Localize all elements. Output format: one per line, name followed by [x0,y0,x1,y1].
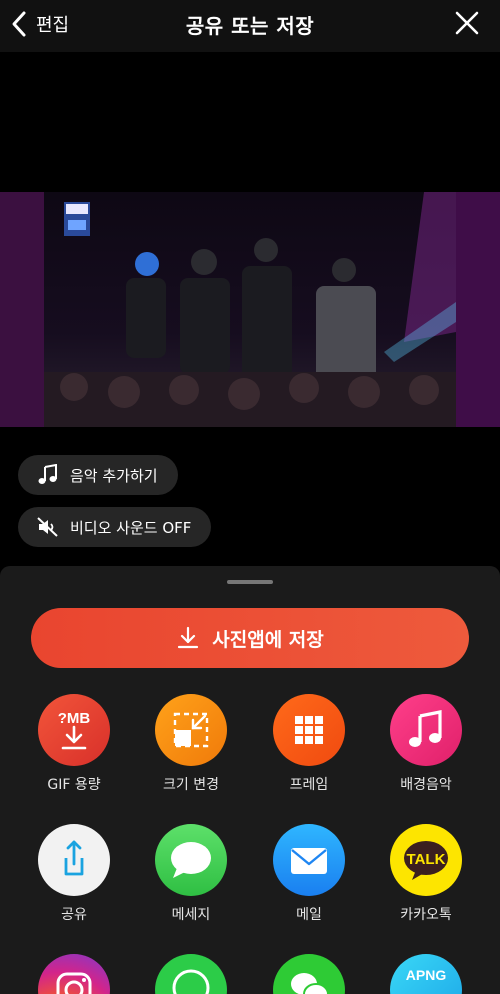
message-label: 메세지 [171,907,211,923]
share-button[interactable]: 공유 [24,824,124,924]
sheet-handle[interactable] [227,580,273,584]
video-side-left [0,192,44,427]
music-note-icon [36,463,60,487]
resize-icon [155,694,227,766]
gif-size-badge: ?MB [58,710,91,727]
add-music-label: 음악 추가하기 [70,466,158,485]
apng-badge: APNG [406,967,447,983]
gif-size-icon: ?MB [38,694,110,766]
frame-button[interactable]: 프레임 [259,694,359,794]
video-sound-label: 비디오 사운드 OFF [70,518,192,537]
video-preview[interactable] [0,192,500,427]
add-music-button[interactable]: 음악 추가하기 [18,455,178,495]
background-music-label: 배경음악 [400,777,452,793]
kakaotalk-button[interactable]: TALK 카카오톡 [376,824,476,924]
music-note-icon [390,694,462,766]
apng-button[interactable]: APNG [376,954,476,994]
speaker-mute-icon [36,515,60,539]
preview-area: 음악 추가하기 비디오 사운드 OFF [0,52,500,568]
frame-grid-icon [273,694,345,766]
download-icon [178,626,199,649]
kakaotalk-icon: TALK [390,824,462,896]
resize-label: 크기 변경 [163,777,219,793]
video-side-right [456,192,500,427]
instagram-button[interactable] [24,954,124,994]
top-bar: 편집 공유 또는 저장 [0,0,500,52]
background-music-button[interactable]: 배경음악 [376,694,476,794]
share-sheet: 사진앱에 저장 ?MB GIF 용량 크기 변경 프레임 배경음악 공유 메세지… [0,566,500,994]
stage-performance-image [44,192,456,427]
wechat-icon [273,954,345,994]
frame-label: 프레임 [289,777,329,793]
mail-label: 메일 [296,907,322,923]
mail-icon [273,824,345,896]
save-to-photos-label: 사진앱에 저장 [212,628,324,651]
kakaotalk-label: 카카오톡 [400,907,452,923]
apng-icon: APNG [390,954,462,994]
gif-size-label: GIF 용량 [47,777,101,793]
whatsapp-button[interactable] [141,954,241,994]
share-icon [38,824,110,896]
video-frame [44,192,456,427]
message-bubble-icon [155,824,227,896]
instagram-icon [38,954,110,994]
page-title: 공유 또는 저장 [185,14,315,38]
gif-size-button[interactable]: ?MB GIF 용량 [24,694,124,794]
close-icon[interactable] [454,10,480,36]
share-label: 공유 [61,907,87,923]
whatsapp-icon [155,954,227,994]
save-to-photos-button[interactable]: 사진앱에 저장 [31,608,469,668]
video-sound-toggle[interactable]: 비디오 사운드 OFF [18,507,212,547]
resize-button[interactable]: 크기 변경 [141,694,241,794]
mail-button[interactable]: 메일 [259,824,359,924]
kakaotalk-badge: TALK [407,851,446,868]
message-button[interactable]: 메세지 [141,824,241,924]
wechat-button[interactable] [259,954,359,994]
